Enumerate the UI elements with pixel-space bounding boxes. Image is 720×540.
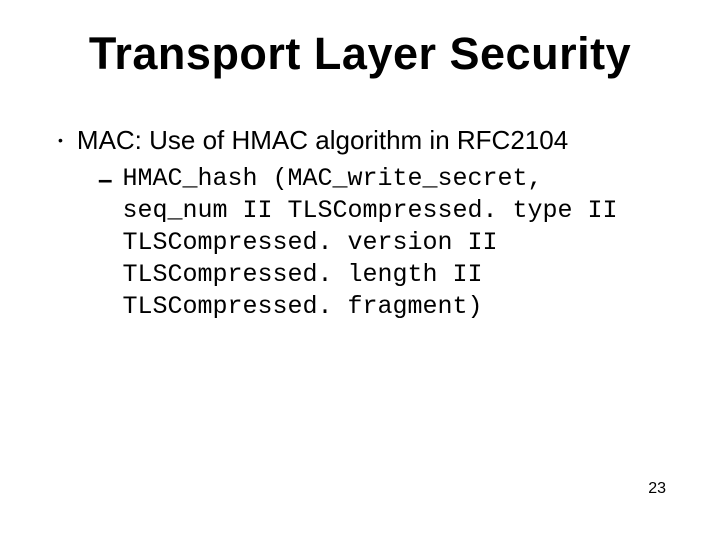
bullet-text: MAC: Use of HMAC algorithm in RFC2104 bbox=[77, 124, 568, 157]
page-number: 23 bbox=[648, 480, 666, 498]
bullet-level-2: – HMAC_hash (MAC_write_secret, seq_num I… bbox=[98, 163, 670, 323]
bullet-dot-icon: • bbox=[58, 127, 63, 153]
bullet-level-1: • MAC: Use of HMAC algorithm in RFC2104 bbox=[58, 124, 670, 157]
slide: Transport Layer Security • MAC: Use of H… bbox=[0, 0, 720, 540]
dash-icon: – bbox=[98, 163, 112, 195]
slide-title: Transport Layer Security bbox=[50, 28, 670, 80]
code-block: HMAC_hash (MAC_write_secret, seq_num II … bbox=[122, 163, 617, 323]
